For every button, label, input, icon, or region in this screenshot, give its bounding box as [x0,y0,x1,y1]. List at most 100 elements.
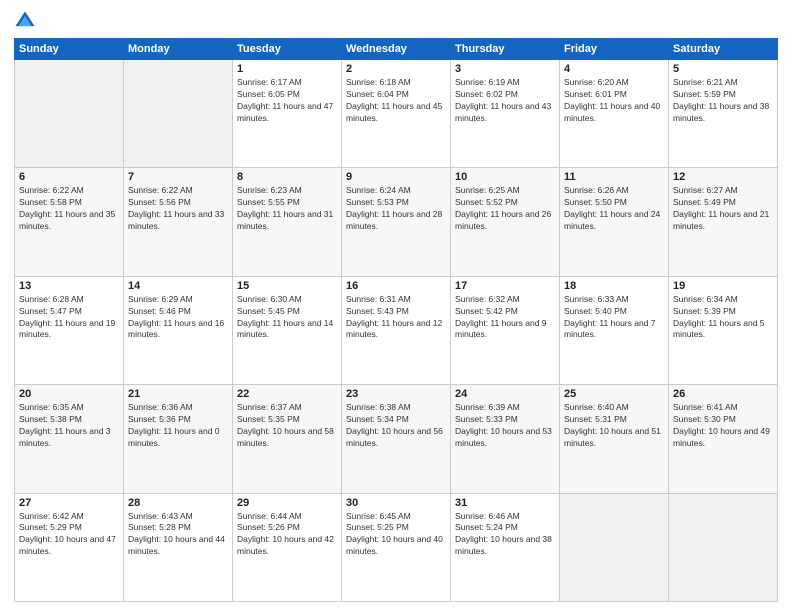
calendar-cell: 30 Sunrise: 6:45 AM Sunset: 5:25 PM Dayli… [342,493,451,601]
day-info: Sunrise: 6:40 AM Sunset: 5:31 PM Dayligh… [564,402,664,450]
calendar-cell: 19Sunrise: 6:34 AM Sunset: 5:39 PM Dayli… [669,276,778,384]
calendar-cell: 25 Sunrise: 6:40 AM Sunset: 5:31 PM Dayli… [560,385,669,493]
day-number: 2 [346,63,446,75]
day-info: Sunrise: 6:42 AM Sunset: 5:29 PM Dayligh… [19,511,119,559]
day-info: Sunrise: 6:22 AM Sunset: 5:58 PM Dayligh… [19,185,119,233]
calendar-cell: 13 Sunrise: 6:28 AM Sunset: 5:47 PM Dayli… [15,276,124,384]
day-info: Sunrise: 6:45 AM Sunset: 5:25 PM Dayligh… [346,511,446,559]
calendar-cell: 23 Sunrise: 6:38 AM Sunset: 5:34 PM Dayli… [342,385,451,493]
day-header-saturday: Saturday [669,39,778,60]
calendar-cell: 12 Sunrise: 6:27 AM Sunset: 5:49 PM Dayli… [669,168,778,276]
day-number: 13 [19,280,119,292]
calendar-cell: 22Sunrise: 6:37 AM Sunset: 5:35 PM Dayli… [233,385,342,493]
day-number: 30 [346,497,446,509]
day-info: Sunrise: 6:38 AM Sunset: 5:34 PM Dayligh… [346,402,446,450]
day-number: 27 [19,497,119,509]
header [14,10,778,32]
day-info: Sunrise: 6:44 AM Sunset: 5:26 PM Dayligh… [237,511,337,559]
calendar-header: SundayMondayTuesdayWednesdayThursdayFrid… [15,39,778,60]
day-info: Sunrise: 6:19 AM Sunset: 6:02 PM Dayligh… [455,77,555,125]
calendar-week-4: 27 Sunrise: 6:42 AM Sunset: 5:29 PM Dayli… [15,493,778,601]
calendar-cell: 1 Sunrise: 6:17 AM Sunset: 6:05 PM Daylig… [233,60,342,168]
calendar-cell: 4 Sunrise: 6:20 AM Sunset: 6:01 PM Daylig… [560,60,669,168]
day-info: Sunrise: 6:23 AM Sunset: 5:55 PM Dayligh… [237,185,337,233]
day-number: 24 [455,388,555,400]
day-number: 15 [237,280,337,292]
calendar-cell: 29 Sunrise: 6:44 AM Sunset: 5:26 PM Dayli… [233,493,342,601]
header-row: SundayMondayTuesdayWednesdayThursdayFrid… [15,39,778,60]
calendar-cell: 5Sunrise: 6:21 AM Sunset: 5:59 PM Daylig… [669,60,778,168]
calendar-cell: 27 Sunrise: 6:42 AM Sunset: 5:29 PM Dayli… [15,493,124,601]
day-number: 25 [564,388,664,400]
day-header-monday: Monday [124,39,233,60]
day-number: 11 [564,171,664,183]
day-number: 3 [455,63,555,75]
day-info: Sunrise: 6:27 AM Sunset: 5:49 PM Dayligh… [673,185,773,233]
page: SundayMondayTuesdayWednesdayThursdayFrid… [0,0,792,612]
calendar-cell: 9 Sunrise: 6:24 AM Sunset: 5:53 PM Daylig… [342,168,451,276]
day-info: Sunrise: 6:37 AM Sunset: 5:35 PM Dayligh… [237,402,337,450]
day-number: 18 [564,280,664,292]
calendar-cell: 8Sunrise: 6:23 AM Sunset: 5:55 PM Daylig… [233,168,342,276]
day-number: 28 [128,497,228,509]
day-number: 4 [564,63,664,75]
calendar-cell: 2 Sunrise: 6:18 AM Sunset: 6:04 PM Daylig… [342,60,451,168]
day-header-friday: Friday [560,39,669,60]
calendar-cell [560,493,669,601]
day-info: Sunrise: 6:28 AM Sunset: 5:47 PM Dayligh… [19,294,119,342]
calendar-cell [15,60,124,168]
day-info: Sunrise: 6:22 AM Sunset: 5:56 PM Dayligh… [128,185,228,233]
calendar-cell [124,60,233,168]
calendar-cell: 3 Sunrise: 6:19 AM Sunset: 6:02 PM Daylig… [451,60,560,168]
calendar-cell: 28 Sunrise: 6:43 AM Sunset: 5:28 PM Dayli… [124,493,233,601]
calendar-cell: 15 Sunrise: 6:30 AM Sunset: 5:45 PM Dayli… [233,276,342,384]
day-number: 12 [673,171,773,183]
calendar-cell [669,493,778,601]
day-number: 29 [237,497,337,509]
calendar-cell: 31 Sunrise: 6:46 AM Sunset: 5:24 PM Dayli… [451,493,560,601]
day-info: Sunrise: 6:36 AM Sunset: 5:36 PM Dayligh… [128,402,228,450]
calendar-table: SundayMondayTuesdayWednesdayThursdayFrid… [14,38,778,602]
calendar-cell: 10 Sunrise: 6:25 AM Sunset: 5:52 PM Dayli… [451,168,560,276]
day-number: 19 [673,280,773,292]
calendar-cell: 11Sunrise: 6:26 AM Sunset: 5:50 PM Dayli… [560,168,669,276]
day-info: Sunrise: 6:17 AM Sunset: 6:05 PM Dayligh… [237,77,337,125]
day-number: 31 [455,497,555,509]
day-info: Sunrise: 6:35 AM Sunset: 5:38 PM Dayligh… [19,402,119,450]
calendar-week-2: 13 Sunrise: 6:28 AM Sunset: 5:47 PM Dayli… [15,276,778,384]
day-info: Sunrise: 6:43 AM Sunset: 5:28 PM Dayligh… [128,511,228,559]
day-number: 26 [673,388,773,400]
calendar-week-0: 1 Sunrise: 6:17 AM Sunset: 6:05 PM Daylig… [15,60,778,168]
logo-icon [14,10,36,32]
day-header-thursday: Thursday [451,39,560,60]
calendar-cell: 24 Sunrise: 6:39 AM Sunset: 5:33 PM Dayli… [451,385,560,493]
logo [14,10,40,32]
day-number: 16 [346,280,446,292]
day-info: Sunrise: 6:25 AM Sunset: 5:52 PM Dayligh… [455,185,555,233]
day-number: 1 [237,63,337,75]
day-number: 6 [19,171,119,183]
day-number: 7 [128,171,228,183]
calendar-cell: 7 Sunrise: 6:22 AM Sunset: 5:56 PM Daylig… [124,168,233,276]
day-info: Sunrise: 6:33 AM Sunset: 5:40 PM Dayligh… [564,294,664,342]
day-number: 10 [455,171,555,183]
day-info: Sunrise: 6:20 AM Sunset: 6:01 PM Dayligh… [564,77,664,125]
day-header-wednesday: Wednesday [342,39,451,60]
day-info: Sunrise: 6:39 AM Sunset: 5:33 PM Dayligh… [455,402,555,450]
calendar-cell: 20 Sunrise: 6:35 AM Sunset: 5:38 PM Dayli… [15,385,124,493]
day-info: Sunrise: 6:32 AM Sunset: 5:42 PM Dayligh… [455,294,555,342]
day-info: Sunrise: 6:24 AM Sunset: 5:53 PM Dayligh… [346,185,446,233]
day-info: Sunrise: 6:18 AM Sunset: 6:04 PM Dayligh… [346,77,446,125]
day-info: Sunrise: 6:30 AM Sunset: 5:45 PM Dayligh… [237,294,337,342]
calendar-cell: 6 Sunrise: 6:22 AM Sunset: 5:58 PM Daylig… [15,168,124,276]
day-info: Sunrise: 6:46 AM Sunset: 5:24 PM Dayligh… [455,511,555,559]
day-number: 20 [19,388,119,400]
day-number: 23 [346,388,446,400]
day-header-sunday: Sunday [15,39,124,60]
day-number: 14 [128,280,228,292]
day-info: Sunrise: 6:21 AM Sunset: 5:59 PM Dayligh… [673,77,773,125]
day-info: Sunrise: 6:41 AM Sunset: 5:30 PM Dayligh… [673,402,773,450]
day-number: 9 [346,171,446,183]
calendar-cell: 17Sunrise: 6:32 AM Sunset: 5:42 PM Dayli… [451,276,560,384]
calendar-body: 1 Sunrise: 6:17 AM Sunset: 6:05 PM Daylig… [15,60,778,602]
